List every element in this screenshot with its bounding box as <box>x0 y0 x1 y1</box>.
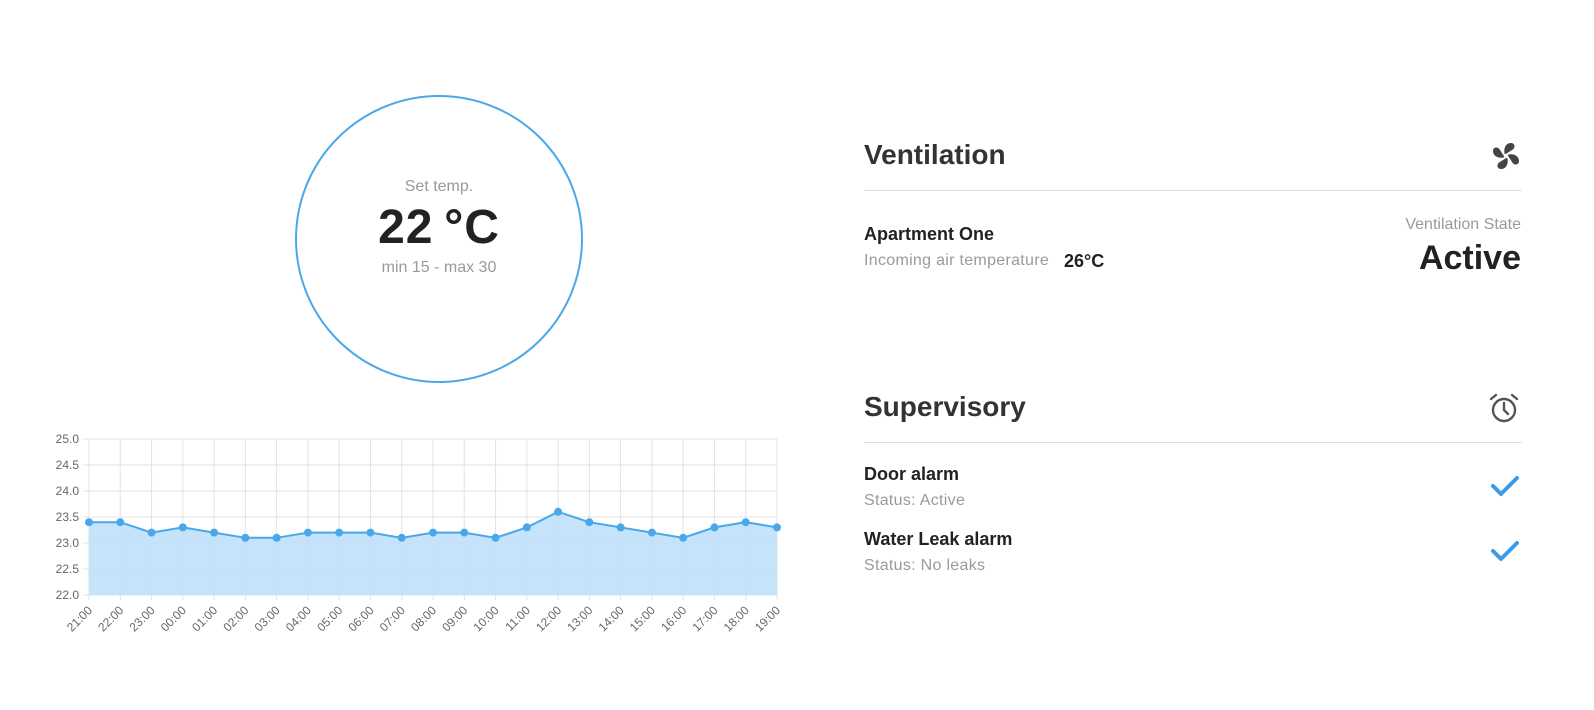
x-tick-label: 14:00 <box>596 603 627 634</box>
y-tick-label: 22.5 <box>56 562 80 576</box>
y-tick-label: 23.0 <box>56 536 80 550</box>
y-tick-label: 22.0 <box>56 588 80 602</box>
alarm-clock-icon <box>1489 393 1519 423</box>
data-point <box>272 533 281 542</box>
data-point <box>522 523 531 532</box>
x-tick-label: 16:00 <box>658 603 689 634</box>
x-tick-label: 17:00 <box>689 603 720 634</box>
x-tick-label: 12:00 <box>533 603 564 634</box>
data-point <box>491 533 500 542</box>
ventilation-divider <box>864 190 1522 191</box>
data-point <box>616 523 625 532</box>
x-tick-label: 01:00 <box>189 603 220 634</box>
x-tick-label: 11:00 <box>502 603 533 634</box>
x-tick-label: 07:00 <box>377 603 408 634</box>
data-point <box>210 528 219 537</box>
x-tick-label: 22:00 <box>95 603 126 634</box>
x-tick-label: 02:00 <box>220 603 251 634</box>
x-tick-label: 23:00 <box>127 603 158 634</box>
ventilation-state-value: Active <box>1418 239 1521 277</box>
x-tick-label: 21:00 <box>64 603 95 634</box>
apartment-name: Apartment One <box>864 224 995 244</box>
data-point <box>773 523 781 532</box>
data-point <box>679 533 688 542</box>
x-tick-label: 00:00 <box>158 603 189 634</box>
x-tick-label: 13:00 <box>564 603 595 634</box>
y-tick-label: 23.5 <box>56 510 80 524</box>
x-tick-label: 05:00 <box>314 603 345 634</box>
data-point <box>647 528 656 537</box>
set-temp-value: 22 °C <box>378 201 500 254</box>
x-tick-label: 18:00 <box>721 603 752 634</box>
data-point <box>585 518 594 527</box>
data-point <box>460 528 469 537</box>
set-temp-range: min 15 - max 30 <box>381 259 497 276</box>
data-point <box>241 533 250 542</box>
data-point <box>366 528 375 537</box>
data-point <box>554 507 563 516</box>
data-point <box>397 533 406 542</box>
y-tick-label: 25.0 <box>56 432 80 446</box>
water-leak-alarm-name: Water Leak alarm <box>864 529 1013 549</box>
data-point <box>710 523 719 532</box>
incoming-air-label: Incoming air temperature <box>864 252 1050 269</box>
x-tick-label: 19:00 <box>752 603 783 634</box>
supervisory-divider <box>864 442 1522 443</box>
data-point <box>147 528 156 537</box>
data-point <box>85 518 93 527</box>
y-tick-label: 24.0 <box>56 484 80 498</box>
x-tick-label: 04:00 <box>283 603 314 634</box>
fan-icon <box>1493 143 1519 169</box>
data-point <box>116 518 125 527</box>
incoming-air-value: 26°C <box>1064 251 1105 271</box>
check-icon <box>1491 541 1519 561</box>
data-point <box>178 523 187 532</box>
x-tick-label: 06:00 <box>345 603 376 634</box>
supervisory-title: Supervisory <box>864 391 1026 422</box>
x-tick-label: 10:00 <box>471 603 502 634</box>
ventilation-state-label: Ventilation State <box>1405 216 1521 233</box>
door-alarm-status: Status: Active <box>864 492 966 509</box>
data-point <box>335 528 344 537</box>
door-alarm-name: Door alarm <box>864 464 960 484</box>
data-point <box>303 528 312 537</box>
ventilation-title: Ventilation <box>864 139 1006 170</box>
x-tick-label: 03:00 <box>252 603 283 634</box>
check-icon <box>1491 476 1519 496</box>
set-temp-label: Set temp. <box>404 178 474 195</box>
y-tick-label: 24.5 <box>56 458 80 472</box>
x-tick-label: 09:00 <box>439 603 470 634</box>
data-point <box>429 528 437 537</box>
x-tick-label: 15:00 <box>627 603 658 634</box>
temperature-history-chart: 25.0 24.5 24.0 23.5 23.0 22.5 22.021:00 22:00 23… <box>56 432 784 634</box>
thermostat-dial[interactable]: Set temp. 22 °C min 15 - max 30 <box>295 95 583 383</box>
water-leak-alarm-status: Status: No leaks <box>864 557 986 574</box>
data-point <box>741 518 750 527</box>
x-tick-label: 08:00 <box>408 603 439 634</box>
